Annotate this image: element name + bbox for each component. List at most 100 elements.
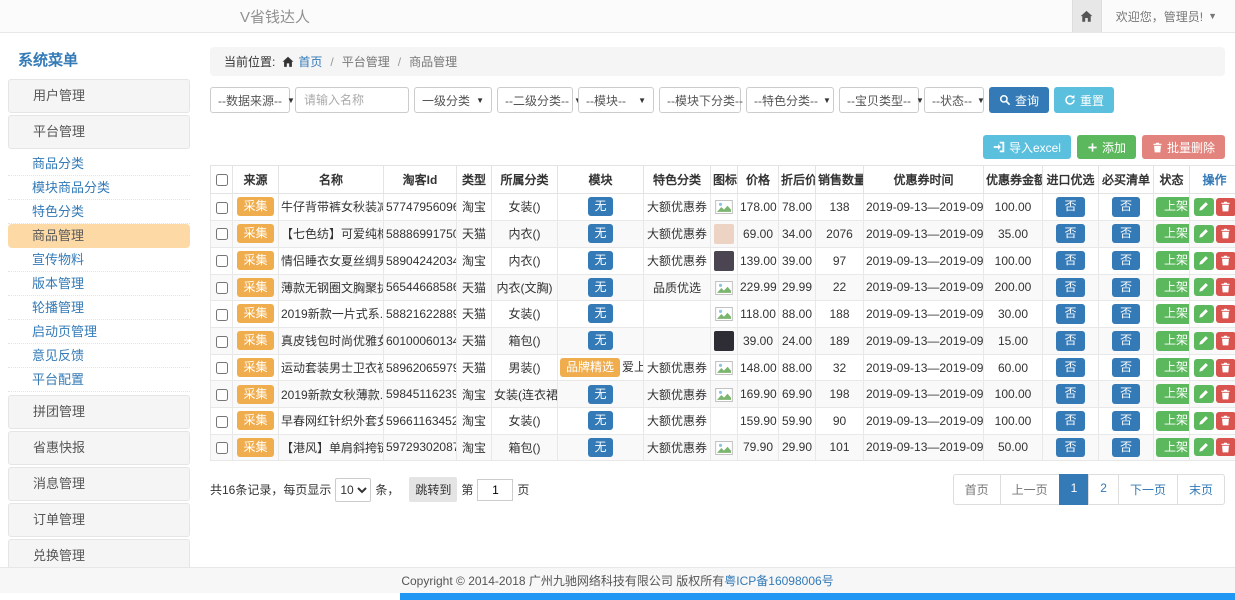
row-checkbox[interactable] — [216, 309, 228, 321]
status-button[interactable]: 上架 — [1156, 384, 1190, 404]
edit-button[interactable] — [1194, 438, 1214, 456]
row-checkbox[interactable] — [216, 362, 228, 374]
pager-item-下一页[interactable]: 下一页 — [1118, 474, 1178, 505]
sidebar-item-商品分类[interactable]: 商品分类 — [8, 152, 190, 176]
import-toggle[interactable]: 否 — [1056, 224, 1084, 244]
user-menu[interactable]: 欢迎您，管理员! ▼ — [1102, 8, 1235, 25]
sidebar-item-特色分类[interactable]: 特色分类 — [8, 200, 190, 224]
sidebar-item-模块商品分类[interactable]: 模块商品分类 — [8, 176, 190, 200]
mustbuy-toggle[interactable]: 否 — [1112, 331, 1140, 351]
sidebar-item-启动页管理[interactable]: 启动页管理 — [8, 320, 190, 344]
mustbuy-toggle[interactable]: 否 — [1112, 304, 1140, 324]
pager-item-2[interactable]: 2 — [1088, 474, 1119, 505]
status-button[interactable]: 上架 — [1156, 411, 1190, 431]
import-toggle[interactable]: 否 — [1056, 438, 1084, 458]
mustbuy-toggle[interactable]: 否 — [1112, 197, 1140, 217]
breadcrumb-item-products[interactable]: 商品管理 — [409, 53, 457, 70]
edit-button[interactable] — [1194, 278, 1214, 296]
filter-select-数据来源[interactable]: --数据来源--▼ — [210, 87, 290, 113]
delete-button[interactable] — [1216, 385, 1235, 403]
edit-button[interactable] — [1194, 359, 1214, 377]
sidebar-item-版本管理[interactable]: 版本管理 — [8, 272, 190, 296]
delete-button[interactable] — [1216, 438, 1235, 456]
edit-button[interactable] — [1194, 332, 1214, 350]
row-checkbox[interactable] — [216, 202, 228, 214]
sidebar-item-轮播管理[interactable]: 轮播管理 — [8, 296, 190, 320]
status-button[interactable]: 上架 — [1156, 224, 1190, 244]
icp-link[interactable]: 粤ICP备16098006号 — [724, 572, 833, 589]
reset-button[interactable]: 重置 — [1054, 87, 1114, 113]
home-button[interactable] — [1072, 0, 1102, 32]
sidebar-item-意见反馈[interactable]: 意见反馈 — [8, 344, 190, 368]
delete-button[interactable] — [1216, 305, 1235, 323]
edit-button[interactable] — [1194, 198, 1214, 216]
import-toggle[interactable]: 否 — [1056, 278, 1084, 298]
mustbuy-toggle[interactable]: 否 — [1112, 438, 1140, 458]
import-toggle[interactable]: 否 — [1056, 304, 1084, 324]
import-toggle[interactable]: 否 — [1056, 251, 1084, 271]
batch-delete-button[interactable]: 批量删除 — [1142, 135, 1225, 159]
delete-button[interactable] — [1216, 252, 1235, 270]
name-search-input[interactable] — [295, 87, 409, 113]
jump-button[interactable]: 跳转到 — [409, 477, 457, 502]
status-button[interactable]: 上架 — [1156, 197, 1190, 217]
mustbuy-toggle[interactable]: 否 — [1112, 384, 1140, 404]
sidebar-item-宣传物料[interactable]: 宣传物料 — [8, 248, 190, 272]
status-button[interactable]: 上架 — [1156, 331, 1190, 351]
edit-button[interactable] — [1194, 305, 1214, 323]
filter-select-宝贝类型[interactable]: --宝贝类型--▼ — [839, 87, 919, 113]
edit-button[interactable] — [1194, 385, 1214, 403]
edit-button[interactable] — [1194, 252, 1214, 270]
status-button[interactable]: 上架 — [1156, 278, 1190, 298]
mustbuy-toggle[interactable]: 否 — [1112, 411, 1140, 431]
row-checkbox[interactable] — [216, 255, 228, 267]
pager-item-末页[interactable]: 末页 — [1177, 474, 1225, 505]
delete-button[interactable] — [1216, 278, 1235, 296]
filter-select-模块[interactable]: --模块--▼ — [578, 87, 654, 113]
edit-button[interactable] — [1194, 225, 1214, 243]
filter-select-模块下分类[interactable]: --模块下分类--▼ — [659, 87, 741, 113]
import-excel-button[interactable]: 导入excel — [983, 135, 1071, 159]
sidebar-group-省惠快报[interactable]: 省惠快报 — [8, 431, 190, 465]
edit-button[interactable] — [1194, 412, 1214, 430]
breadcrumb-item-platform[interactable]: 平台管理 — [342, 53, 390, 70]
import-toggle[interactable]: 否 — [1056, 197, 1084, 217]
mustbuy-toggle[interactable]: 否 — [1112, 224, 1140, 244]
add-button[interactable]: 添加 — [1077, 135, 1136, 159]
per-page-select[interactable]: 10 — [335, 478, 371, 502]
sidebar-item-商品管理[interactable]: 商品管理 — [8, 224, 190, 248]
pager-item-首页[interactable]: 首页 — [953, 474, 1001, 505]
row-checkbox[interactable] — [216, 389, 228, 401]
filter-select-特色分类[interactable]: --特色分类--▼ — [746, 87, 834, 113]
filter-select-状态[interactable]: --状态--▼ — [924, 87, 984, 113]
import-toggle[interactable]: 否 — [1056, 358, 1084, 378]
filter-select-二级分类[interactable]: --二级分类--▼ — [497, 87, 573, 113]
delete-button[interactable] — [1216, 198, 1235, 216]
import-toggle[interactable]: 否 — [1056, 384, 1084, 404]
page-number-input[interactable] — [477, 479, 513, 501]
delete-button[interactable] — [1216, 332, 1235, 350]
status-button[interactable]: 上架 — [1156, 304, 1190, 324]
pager-item-上一页[interactable]: 上一页 — [1000, 474, 1060, 505]
sidebar-group-平台管理[interactable]: 平台管理 — [8, 115, 190, 149]
row-checkbox[interactable] — [216, 442, 228, 454]
search-button[interactable]: 查询 — [989, 87, 1049, 113]
delete-button[interactable] — [1216, 359, 1235, 377]
delete-button[interactable] — [1216, 225, 1235, 243]
delete-button[interactable] — [1216, 412, 1235, 430]
sidebar-group-兑换管理[interactable]: 兑换管理 — [8, 539, 190, 567]
row-checkbox[interactable] — [216, 282, 228, 294]
pager-item-1[interactable]: 1 — [1059, 474, 1090, 505]
sidebar-group-用户管理[interactable]: 用户管理 — [8, 79, 190, 113]
sidebar-group-订单管理[interactable]: 订单管理 — [8, 503, 190, 537]
status-button[interactable]: 上架 — [1156, 358, 1190, 378]
sidebar-group-拼团管理[interactable]: 拼团管理 — [8, 395, 190, 429]
filter-select-一级分类[interactable]: 一级分类▼ — [414, 87, 492, 113]
status-button[interactable]: 上架 — [1156, 251, 1190, 271]
select-all-checkbox[interactable] — [216, 174, 228, 186]
import-toggle[interactable]: 否 — [1056, 331, 1084, 351]
import-toggle[interactable]: 否 — [1056, 411, 1084, 431]
mustbuy-toggle[interactable]: 否 — [1112, 358, 1140, 378]
row-checkbox[interactable] — [216, 228, 228, 240]
mustbuy-toggle[interactable]: 否 — [1112, 251, 1140, 271]
